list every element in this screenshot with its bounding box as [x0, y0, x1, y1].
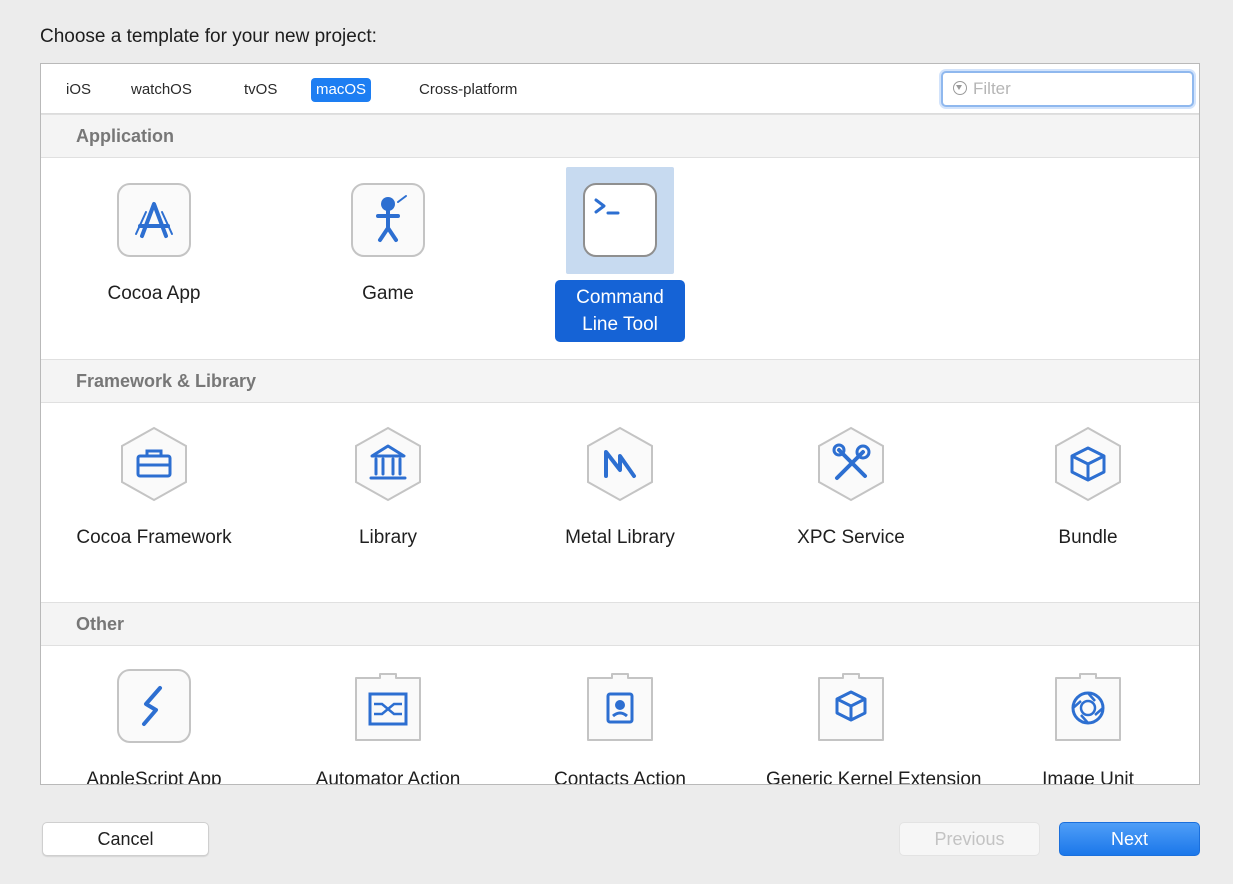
template-library[interactable]: Library — [303, 426, 473, 551]
section-header-application: Application — [41, 114, 1199, 158]
contacts-icon — [582, 668, 658, 744]
template-command-line-tool[interactable]: Command Line Tool — [535, 182, 705, 342]
template-image-unit[interactable]: Image Unit — [1003, 668, 1173, 785]
terminal-icon — [582, 182, 658, 258]
tab-cross-platform[interactable]: Cross-platform — [414, 78, 522, 102]
template-label: Metal Library — [565, 527, 675, 548]
template-label: Command Line Tool — [555, 280, 685, 342]
template-bundle[interactable]: Bundle — [1003, 426, 1173, 551]
app-store-icon — [116, 182, 192, 258]
template-game[interactable]: Game — [303, 182, 473, 307]
toolbox-icon — [116, 426, 192, 502]
template-label: Bundle — [1058, 527, 1118, 548]
template-automator-action[interactable]: Automator Action — [303, 668, 473, 785]
template-label: AppleScript App — [86, 769, 222, 785]
template-xpc-service[interactable]: XPC Service — [766, 426, 936, 551]
cancel-button[interactable]: Cancel — [42, 822, 209, 856]
template-label: Image Unit — [1042, 769, 1134, 785]
dialog-title: Choose a template for your new project: — [40, 26, 377, 47]
template-generic-kernel-extension[interactable]: Generic Kernel Extension — [766, 668, 981, 784]
aperture-icon — [1050, 668, 1126, 744]
template-label: Game — [362, 283, 414, 304]
tab-ios[interactable]: iOS — [61, 78, 96, 102]
template-applescript-app[interactable]: AppleScript App — [69, 668, 239, 785]
template-label: Cocoa Framework — [76, 527, 232, 548]
platform-bar: iOS watchOS tvOS macOS Cross-platform — [41, 64, 1199, 114]
template-label: Contacts Action — [553, 769, 687, 785]
template-label: Automator Action — [315, 769, 461, 785]
template-label: XPC Service — [797, 527, 905, 548]
filter-icon — [953, 81, 967, 95]
cube-icon — [1050, 426, 1126, 502]
template-label: Generic Kernel Extension — [766, 769, 982, 785]
tab-tvos[interactable]: tvOS — [239, 78, 282, 102]
tab-watchos[interactable]: watchOS — [126, 78, 197, 102]
section-header-framework-library: Framework & Library — [41, 359, 1199, 403]
next-button[interactable]: Next — [1059, 822, 1200, 856]
tab-macos[interactable]: macOS — [311, 78, 372, 102]
automator-icon — [350, 668, 426, 744]
template-label: Library — [358, 527, 418, 548]
section-header-other: Other — [41, 602, 1199, 646]
template-cocoa-framework[interactable]: Cocoa Framework — [69, 426, 239, 551]
kernel-icon — [813, 668, 889, 744]
filter-field[interactable] — [941, 71, 1194, 107]
filter-input[interactable] — [973, 76, 1183, 102]
applescript-icon — [116, 668, 192, 744]
template-cocoa-app[interactable]: Cocoa App — [69, 182, 239, 307]
template-metal-library[interactable]: Metal Library — [535, 426, 705, 551]
template-label: Cocoa App — [107, 283, 201, 304]
template-contacts-action[interactable]: Contacts Action — [535, 668, 705, 785]
previous-button[interactable]: Previous — [899, 822, 1040, 856]
game-icon — [350, 182, 426, 258]
metal-icon — [582, 426, 658, 502]
tools-icon — [813, 426, 889, 502]
template-chooser: iOS watchOS tvOS macOS Cross-platform Ap… — [40, 63, 1200, 785]
bank-icon — [350, 426, 426, 502]
